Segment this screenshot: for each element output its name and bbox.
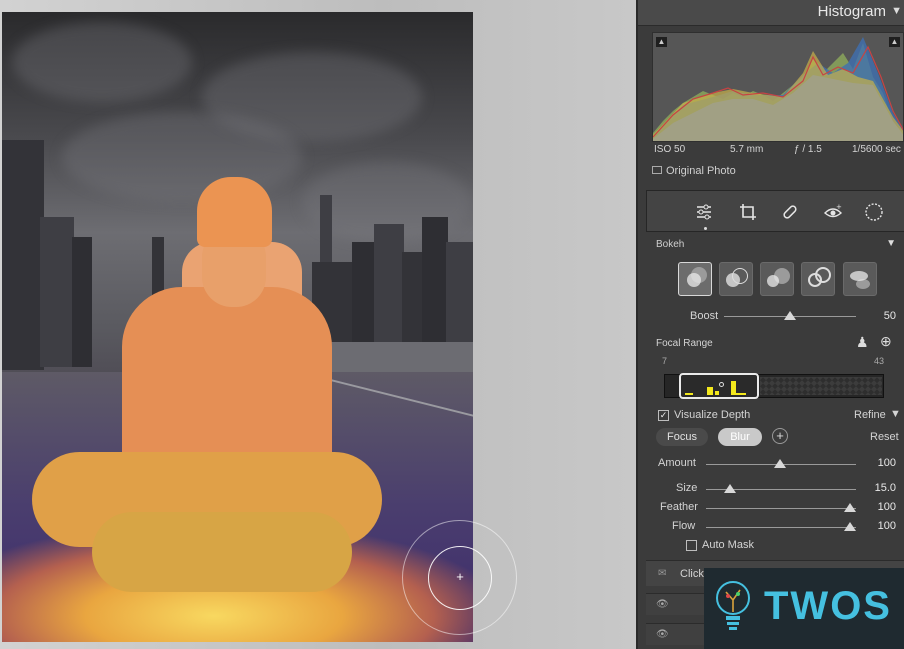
bokeh-style-cat-eye[interactable] bbox=[843, 262, 877, 296]
feather-label: Feather bbox=[660, 501, 698, 513]
circle-icon[interactable] bbox=[864, 202, 884, 222]
amount-slider-thumb[interactable] bbox=[774, 459, 786, 468]
exif-iso: ISO 50 bbox=[654, 144, 686, 155]
refine-triangle-icon[interactable]: ▼ bbox=[890, 408, 901, 420]
active-tool-indicator bbox=[704, 227, 707, 230]
photo-preview[interactable] bbox=[2, 12, 473, 642]
original-photo-label: Original Photo bbox=[666, 165, 736, 177]
bokeh-collapse-icon[interactable]: ▼ bbox=[886, 238, 896, 249]
exif-shutter: 1/5600 sec bbox=[852, 144, 901, 155]
svg-text:+: + bbox=[836, 203, 842, 211]
flow-slider-thumb[interactable] bbox=[844, 522, 856, 531]
boost-label: Boost bbox=[690, 310, 719, 322]
twos-watermark-logo: TWOS bbox=[704, 568, 904, 649]
size-label: Size bbox=[676, 482, 698, 494]
shadow-clipping-icon[interactable]: ▲ bbox=[656, 37, 667, 47]
twos-logo-text: TWOS bbox=[764, 584, 892, 628]
develop-panel: Histogram ▼ ▲ ▲ ISO 50 5.7 mm ƒ / 1.5 1/… bbox=[636, 0, 904, 649]
sliders-icon[interactable] bbox=[694, 202, 714, 222]
lightbulb-icon bbox=[716, 581, 750, 630]
histogram-graph[interactable]: ▲ ▲ bbox=[652, 32, 904, 142]
tool-strip: + bbox=[646, 190, 904, 232]
feather-value: 100 bbox=[877, 501, 896, 513]
focal-range-bar[interactable] bbox=[664, 373, 884, 399]
refine-label[interactable]: Refine bbox=[854, 409, 886, 421]
visualize-depth-label: Visualize Depth bbox=[674, 409, 751, 421]
boost-slider-thumb[interactable] bbox=[784, 311, 796, 320]
subject-focus-icon[interactable]: ♟ bbox=[856, 334, 869, 351]
canvas-area[interactable]: + bbox=[0, 0, 636, 649]
bokeh-style-blade[interactable] bbox=[760, 262, 794, 296]
visualize-depth-checkbox[interactable]: ✓ bbox=[658, 410, 669, 421]
flow-slider[interactable] bbox=[706, 527, 856, 528]
focal-range-min: 7 bbox=[662, 356, 668, 366]
visibility-eye-icon[interactable]: 👁 bbox=[656, 629, 669, 640]
focus-mode-button[interactable]: Focus bbox=[656, 428, 708, 446]
bokeh-style-ring[interactable] bbox=[801, 262, 835, 296]
size-slider-thumb[interactable] bbox=[724, 484, 736, 493]
flow-label: Flow bbox=[672, 520, 696, 532]
subject-boots bbox=[92, 512, 352, 592]
blur-mode-button[interactable]: Blur bbox=[718, 428, 762, 446]
feather-slider-thumb[interactable] bbox=[844, 503, 856, 512]
exif-info: ISO 50 5.7 mm ƒ / 1.5 1/5600 sec bbox=[652, 144, 904, 158]
size-value: 15.0 bbox=[874, 482, 896, 494]
focal-range-label: Focal Range bbox=[656, 338, 713, 349]
histogram-header[interactable]: Histogram ▼ bbox=[638, 0, 904, 26]
exif-aperture: ƒ / 1.5 bbox=[794, 144, 822, 155]
add-brush-icon[interactable]: + bbox=[772, 428, 788, 444]
auto-mask-checkbox[interactable] bbox=[686, 540, 697, 551]
speech-bubble-icon: ✉ bbox=[658, 568, 667, 579]
eye-icon[interactable]: + bbox=[823, 202, 843, 222]
bokeh-section-label: Bokeh bbox=[656, 239, 685, 250]
bokeh-style-circle[interactable] bbox=[678, 262, 712, 296]
crop-icon[interactable] bbox=[738, 202, 758, 222]
visibility-eye-icon[interactable]: 👁 bbox=[656, 599, 669, 610]
histogram-chart bbox=[653, 37, 903, 141]
focal-range-out-of-focus bbox=[760, 377, 882, 395]
histogram-title: Histogram bbox=[817, 3, 886, 20]
boost-value: 50 bbox=[883, 310, 896, 322]
highlight-clipping-icon[interactable]: ▲ bbox=[889, 37, 900, 47]
exif-focal-length: 5.7 mm bbox=[730, 144, 764, 155]
auto-mask-label: Auto Mask bbox=[702, 539, 754, 551]
brush-crosshair-icon: + bbox=[456, 569, 464, 584]
original-photo-toggle[interactable]: Original Photo bbox=[652, 165, 736, 177]
flow-value: 100 bbox=[877, 520, 896, 532]
focal-range-max: 43 bbox=[874, 356, 885, 366]
feather-slider[interactable] bbox=[706, 508, 856, 509]
target-icon[interactable]: ⊕ bbox=[880, 333, 892, 350]
collapse-triangle-icon[interactable]: ▼ bbox=[891, 5, 902, 17]
subject-hat bbox=[197, 177, 272, 247]
bokeh-style-bubble[interactable] bbox=[719, 262, 753, 296]
amount-label: Amount bbox=[658, 457, 696, 469]
original-photo-checkbox[interactable] bbox=[652, 166, 662, 174]
amount-value: 100 bbox=[877, 457, 896, 469]
bandage-icon[interactable] bbox=[780, 202, 800, 222]
reset-button[interactable]: Reset bbox=[870, 431, 899, 443]
focal-range-selection[interactable] bbox=[679, 373, 759, 399]
